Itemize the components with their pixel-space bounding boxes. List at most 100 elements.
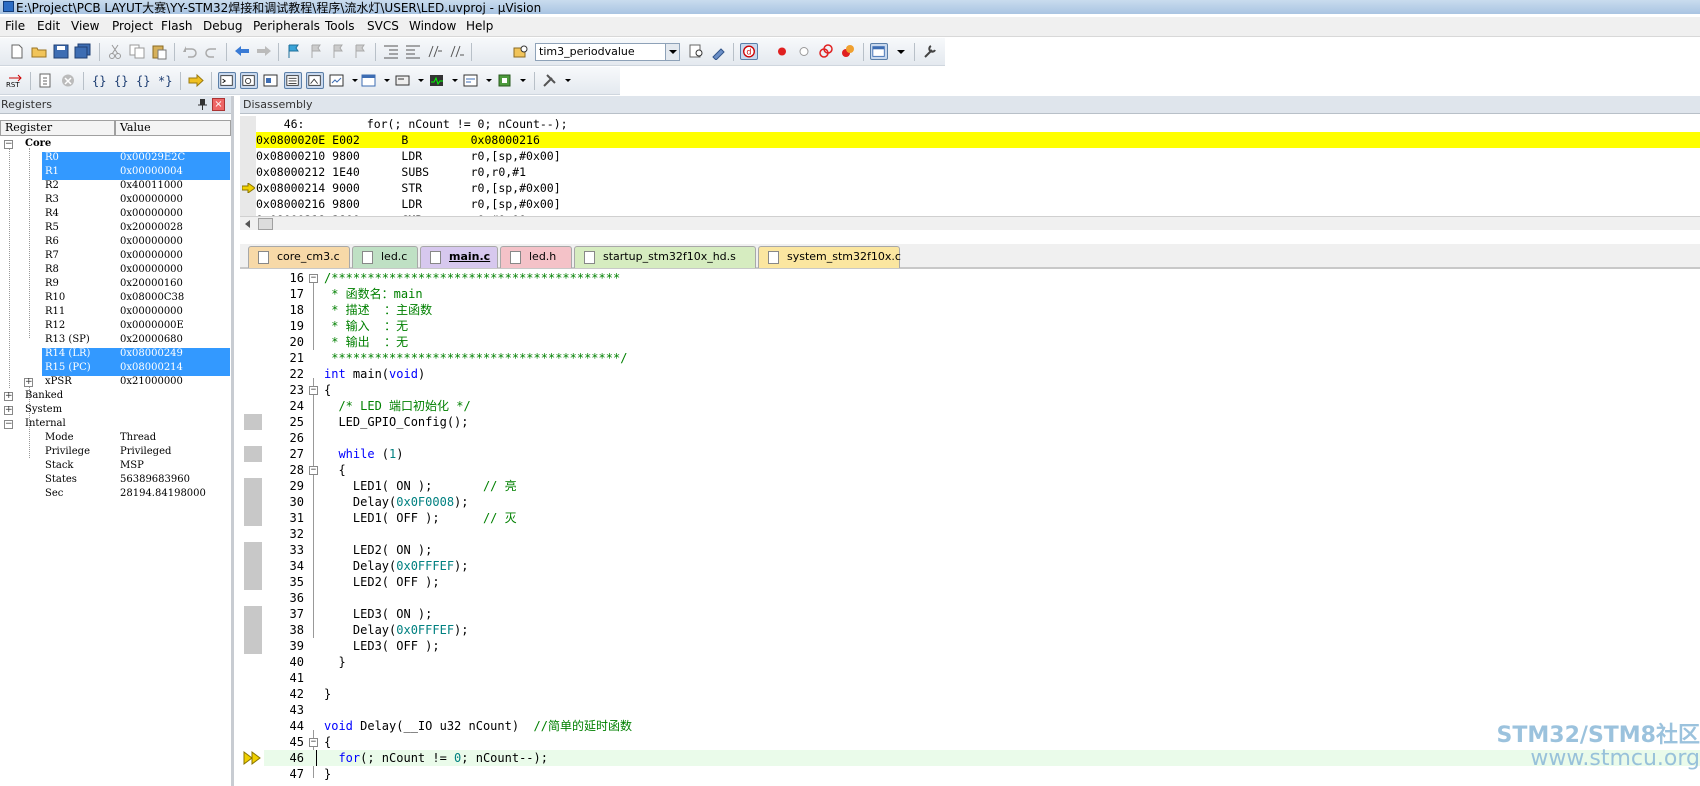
code-line[interactable]: 27 while (1)	[264, 446, 1700, 462]
save-icon[interactable]	[52, 43, 70, 60]
window-layout-icon[interactable]	[870, 43, 888, 60]
menu-edit[interactable]: Edit	[37, 19, 60, 33]
scroll-left-icon[interactable]	[243, 219, 253, 229]
code-line[interactable]: 33 LED2( ON );	[264, 542, 1700, 558]
register-row-r7[interactable]: R7 0x00000000	[0, 250, 230, 264]
scroll-thumb[interactable]	[258, 218, 273, 230]
tree-group-system[interactable]: + System	[0, 404, 230, 418]
run-icon[interactable]	[37, 72, 55, 89]
pin-icon[interactable]	[198, 99, 207, 110]
register-value[interactable]: 0x08000249	[120, 348, 183, 359]
bookmark-icon[interactable]	[285, 43, 303, 60]
step-over-icon[interactable]: {}	[112, 72, 130, 89]
code-line[interactable]: 34 Delay(0x0FFFEF);	[264, 558, 1700, 574]
configure-tools-icon[interactable]	[921, 43, 939, 60]
open-folder-icon[interactable]	[30, 43, 48, 60]
clear-bookmarks-icon[interactable]	[351, 43, 369, 60]
code-line[interactable]: 31 LED1( OFF ); // 灭	[264, 510, 1700, 526]
trace-window-icon[interactable]	[462, 72, 480, 89]
paste-icon[interactable]	[150, 43, 168, 60]
register-row-r8[interactable]: R8 0x00000000	[0, 264, 230, 278]
code-line[interactable]: 19 * 输入 ：无	[264, 318, 1700, 334]
disable-breakpoints-icon[interactable]	[817, 43, 835, 60]
enable-breakpoint-icon[interactable]	[795, 43, 813, 60]
tab-startup-stm32f10x-hd-s[interactable]: startup_stm32f10x_hd.s	[574, 246, 756, 268]
tab-led-h[interactable]: led.h	[500, 246, 572, 268]
internal-row-privilege[interactable]: Privilege Privileged	[0, 446, 230, 460]
tab-system-stm32f10x-c[interactable]: system_stm32f10x.c	[758, 246, 901, 268]
reset-icon[interactable]: RST	[6, 72, 24, 89]
collapse-icon[interactable]: −	[309, 386, 318, 395]
prev-bookmark-icon[interactable]	[307, 43, 325, 60]
collapse-icon[interactable]: −	[309, 466, 318, 475]
find-in-files-icon[interactable]	[512, 43, 530, 60]
register-value[interactable]: 0x00000000	[120, 250, 183, 261]
internal-row-sec[interactable]: Sec 28194.84198000	[0, 488, 230, 502]
register-row-r4[interactable]: R4 0x00000000	[0, 208, 230, 222]
uncomment-icon[interactable]	[448, 43, 466, 60]
register-value[interactable]: 0x00029E2C	[120, 152, 185, 163]
tab-core-cm3-c[interactable]: core_cm3.c	[248, 246, 350, 268]
disassembly-line[interactable]: 0x08000210 9800 LDR r0,[sp,#0x00]	[256, 148, 561, 164]
internal-row-states[interactable]: States 56389683960	[0, 474, 230, 488]
register-value[interactable]: 0x20000160	[120, 278, 183, 289]
code-line[interactable]: 43	[264, 702, 1700, 718]
unindent-icon[interactable]	[404, 43, 422, 60]
collapse-icon[interactable]: −	[309, 738, 318, 747]
disassembly-window-icon[interactable]	[240, 72, 258, 89]
code-line[interactable]: 30 Delay(0x0F0008);	[264, 494, 1700, 510]
incremental-find-icon[interactable]	[710, 43, 728, 60]
code-line[interactable]: 18 * 描述 ：主函数	[264, 302, 1700, 318]
disassembly-line-pc[interactable]: 0x08000214 9000 STR r0,[sp,#0x00]	[256, 180, 561, 196]
show-next-statement-icon[interactable]	[187, 72, 205, 89]
register-row-xpsr[interactable]: + xPSR 0x21000000	[0, 376, 230, 390]
comment-icon[interactable]	[426, 43, 444, 60]
collapse-icon[interactable]: −	[4, 140, 13, 149]
menu-project[interactable]: Project	[112, 19, 153, 33]
tree-group-internal[interactable]: − Internal	[0, 418, 230, 432]
menu-tools[interactable]: Tools	[325, 19, 355, 33]
new-file-icon[interactable]	[8, 43, 26, 60]
code-line[interactable]: 35 LED2( OFF );	[264, 574, 1700, 590]
value-column-header[interactable]: Value	[115, 120, 231, 136]
collapse-icon[interactable]: −	[309, 274, 318, 283]
insert-breakpoint-icon[interactable]	[773, 43, 791, 60]
register-row-r9[interactable]: R9 0x20000160	[0, 278, 230, 292]
editor-gutter[interactable]	[240, 270, 264, 786]
command-window-icon[interactable]	[218, 72, 236, 89]
tab-led-c[interactable]: led.c	[352, 246, 418, 268]
code-line[interactable]: 26	[264, 430, 1700, 446]
code-line[interactable]: 28− {	[264, 462, 1700, 478]
next-bookmark-icon[interactable]	[329, 43, 347, 60]
register-row-r5[interactable]: R5 0x20000028	[0, 222, 230, 236]
undo-icon[interactable]	[181, 43, 199, 60]
watch-windows-icon[interactable]	[328, 72, 346, 89]
code-line[interactable]: 16−/************************************…	[264, 270, 1700, 286]
step-into-icon[interactable]: {}	[90, 72, 108, 89]
register-row-r11[interactable]: R11 0x00000000	[0, 306, 230, 320]
kill-breakpoints-icon[interactable]	[839, 43, 857, 60]
serial-window-icon[interactable]	[394, 72, 412, 89]
register-value[interactable]: 0x0000000E	[120, 320, 184, 331]
analysis-window-icon[interactable]	[428, 72, 446, 89]
register-value[interactable]: 0x00000000	[120, 208, 183, 219]
code-line[interactable]: 40 }	[264, 654, 1700, 670]
register-row-r2[interactable]: R2 0x40011000	[0, 180, 230, 194]
code-line[interactable]: 21 *************************************…	[264, 350, 1700, 366]
menu-help[interactable]: Help	[466, 19, 493, 33]
register-value[interactable]: 0x20000028	[120, 222, 183, 233]
register-row-r1[interactable]: R1 0x00000004	[0, 166, 230, 180]
menu-svcs[interactable]: SVCS	[367, 19, 399, 33]
disassembly-line[interactable]: 0x08000212 1E40 SUBS r0,r0,#1	[256, 164, 526, 180]
register-value[interactable]: 0x00000000	[120, 264, 183, 275]
code-line[interactable]: 42}	[264, 686, 1700, 702]
menu-debug[interactable]: Debug	[203, 19, 242, 33]
register-value[interactable]: 0x08000C38	[120, 292, 184, 303]
disassembly-line[interactable]: 0x08000216 9800 LDR r0,[sp,#0x00]	[256, 196, 561, 212]
menu-window[interactable]: Window	[409, 19, 456, 33]
cut-icon[interactable]	[106, 43, 124, 60]
code-line[interactable]: 32	[264, 526, 1700, 542]
register-row-r12[interactable]: R12 0x0000000E	[0, 320, 230, 334]
register-value[interactable]: 0x00000000	[120, 236, 183, 247]
expand-icon[interactable]: +	[4, 392, 13, 401]
